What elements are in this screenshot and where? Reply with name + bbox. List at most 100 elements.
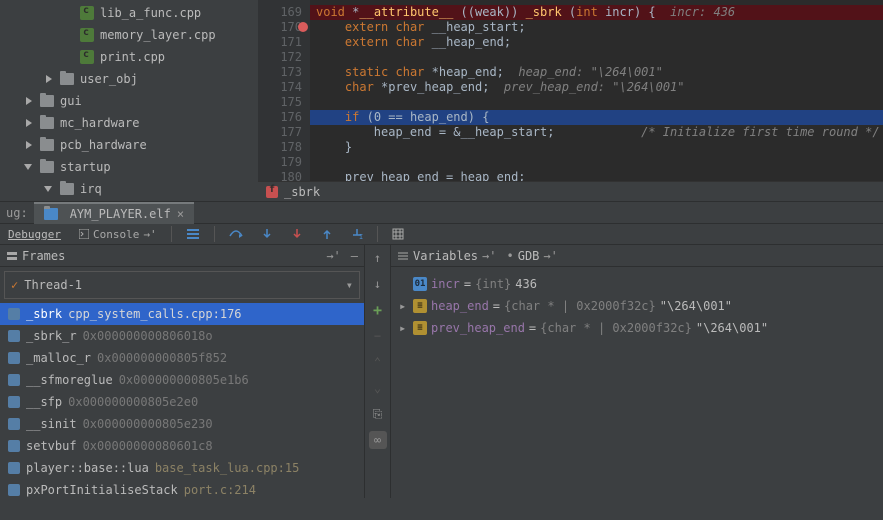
code-line[interactable]: void *__attribute__ ((weak)) _sbrk (int …: [310, 5, 883, 20]
code-line[interactable]: [310, 50, 883, 65]
line-number[interactable]: 179: [258, 155, 302, 170]
line-number[interactable]: 177: [258, 125, 302, 140]
line-number[interactable]: 171: [258, 35, 302, 50]
copy-icon[interactable]: ⎘: [369, 405, 387, 423]
close-icon[interactable]: ×: [177, 207, 184, 221]
tree-item[interactable]: pcb_hardware: [0, 134, 258, 156]
chevron-right-icon[interactable]: [44, 74, 54, 84]
tree-item[interactable]: user_obj: [0, 68, 258, 90]
frame-down-icon[interactable]: ↓: [369, 275, 387, 293]
code-line[interactable]: extern char __heap_start;: [310, 20, 883, 35]
console-tab[interactable]: Console →': [75, 228, 161, 241]
line-number[interactable]: 169: [258, 5, 302, 20]
link-icon[interactable]: ∞: [369, 431, 387, 449]
frame-loc: 0x000000000805f852: [97, 351, 227, 365]
chevron-down-icon[interactable]: [24, 162, 34, 172]
frame-fn: pxPortInitialiseStack: [26, 483, 178, 497]
editor-breadcrumb[interactable]: _sbrk: [258, 181, 883, 201]
evaluate-icon[interactable]: [388, 228, 408, 240]
tree-item[interactable]: lib_a_func.cpp: [0, 2, 258, 24]
stack-frame[interactable]: _sbrk cpp_system_calls.cpp:176: [0, 303, 364, 325]
line-number[interactable]: 176: [258, 110, 302, 125]
stack-frame[interactable]: __sfp 0x000000000805e2e0: [0, 391, 364, 413]
step-over-icon[interactable]: [225, 228, 247, 240]
step-out-icon[interactable]: [317, 228, 337, 240]
chevron-right-icon[interactable]: [24, 140, 34, 150]
debug-target-tab[interactable]: AYM_PLAYER.elf ×: [34, 202, 194, 224]
frames-icon: [6, 250, 18, 262]
stack-frame[interactable]: _sbrk_r 0x000000000806018o: [0, 325, 364, 347]
code-line[interactable]: char *prev_heap_end; prev_heap_end: "\26…: [310, 80, 883, 95]
folder-icon: [60, 183, 74, 195]
line-number[interactable]: 175: [258, 95, 302, 110]
code-line[interactable]: [310, 155, 883, 170]
hide-frames-icon[interactable]: —: [351, 249, 358, 263]
code-line[interactable]: heap_end = &__heap_start; /* Initialize …: [310, 125, 883, 140]
chevron-down-icon[interactable]: [44, 184, 54, 194]
force-step-into-icon[interactable]: [287, 228, 307, 240]
tree-label: pcb_hardware: [60, 138, 147, 152]
threads-icon[interactable]: [182, 228, 204, 240]
code-line[interactable]: if (0 == heap_end) {: [310, 110, 883, 125]
line-number[interactable]: 172: [258, 50, 302, 65]
frame-up-icon[interactable]: ↑: [369, 249, 387, 267]
tree-item[interactable]: mc_hardware: [0, 112, 258, 134]
var-value: "\264\001": [660, 299, 732, 313]
frame-remove-icon: −: [369, 327, 387, 345]
line-number[interactable]: 178: [258, 140, 302, 155]
tree-label: lib_a_func.cpp: [100, 6, 201, 20]
frames-nav-column: ↑ ↓ + − ⌃ ⌄ ⎘ ∞: [365, 245, 391, 498]
stack-frame[interactable]: setvbuf 0x00000000080601c8: [0, 435, 364, 457]
line-number[interactable]: 173: [258, 65, 302, 80]
debug-tabbar: ug: AYM_PLAYER.elf ×: [0, 201, 883, 223]
variable-row[interactable]: ▸≡ prev_heap_end = {char * | 0x2000f32c}…: [395, 317, 879, 339]
chevron-right-icon[interactable]: [24, 118, 34, 128]
frame-icon: [8, 374, 20, 386]
tree-item[interactable]: print.cpp: [0, 46, 258, 68]
frame-icon: [8, 418, 20, 430]
frame-loc: 0x000000000805e2e0: [68, 395, 198, 409]
tree-item[interactable]: irq: [0, 178, 258, 200]
folder-icon: [60, 73, 74, 85]
variable-row[interactable]: ▸≡ heap_end = {char * | 0x2000f32c} "\26…: [395, 295, 879, 317]
chevron-down-icon[interactable]: ▾: [346, 278, 353, 292]
tree-item[interactable]: gui: [0, 90, 258, 112]
line-number[interactable]: 174: [258, 80, 302, 95]
tree-item[interactable]: memory_layer.cpp: [0, 24, 258, 46]
type-badge-icon: ≡: [413, 321, 427, 335]
code-line[interactable]: }: [310, 140, 883, 155]
frame-loc: 0x00000000080601c8: [83, 439, 213, 453]
line-number[interactable]: 170: [258, 20, 302, 35]
project-tree: lib_a_func.cpp memory_layer.cppprint.cppu…: [0, 0, 258, 201]
code-line[interactable]: static char *heap_end; heap_end: "\264\0…: [310, 65, 883, 80]
stack-frame[interactable]: _malloc_r 0x000000000805f852: [0, 347, 364, 369]
expand-icon[interactable]: ▸: [399, 299, 409, 313]
folder-icon: [40, 117, 54, 129]
code-line[interactable]: [310, 95, 883, 110]
breakpoint-icon[interactable]: [298, 22, 308, 32]
frame-fn: _sbrk: [26, 307, 62, 321]
expand-icon[interactable]: ▸: [399, 321, 409, 335]
function-icon: [266, 186, 278, 198]
frame-icon: [8, 396, 20, 408]
stack-frame[interactable]: __sfmoreglue 0x000000000805e1b6: [0, 369, 364, 391]
variable-row[interactable]: 01 incr = {int} 436: [395, 273, 879, 295]
stack-frame[interactable]: __sinit 0x000000000805e230: [0, 413, 364, 435]
var-type: {int}: [475, 277, 511, 291]
stack-frame[interactable]: pxPortInitialiseStack port.c:214: [0, 479, 364, 498]
tree-label: startup: [60, 160, 111, 174]
step-into-icon[interactable]: [257, 228, 277, 240]
type-badge-icon: ≡: [413, 299, 427, 313]
stack-frame[interactable]: player::base::lua base_task_lua.cpp:15: [0, 457, 364, 479]
chevron-right-icon[interactable]: [24, 96, 34, 106]
frame-add-icon[interactable]: +: [369, 301, 387, 319]
code-line[interactable]: extern char __heap_end;: [310, 35, 883, 50]
frame-fn: player::base::lua: [26, 461, 149, 475]
tree-item[interactable]: startup: [0, 156, 258, 178]
debugger-tab[interactable]: Debugger: [4, 228, 65, 241]
frames-settings-icon[interactable]: →': [326, 249, 340, 263]
thread-selector[interactable]: ✓ Thread-1 ▾: [4, 271, 360, 299]
frame-icon: [8, 352, 20, 364]
frame-fn: __sfp: [26, 395, 62, 409]
run-to-cursor-icon[interactable]: I: [347, 228, 367, 240]
